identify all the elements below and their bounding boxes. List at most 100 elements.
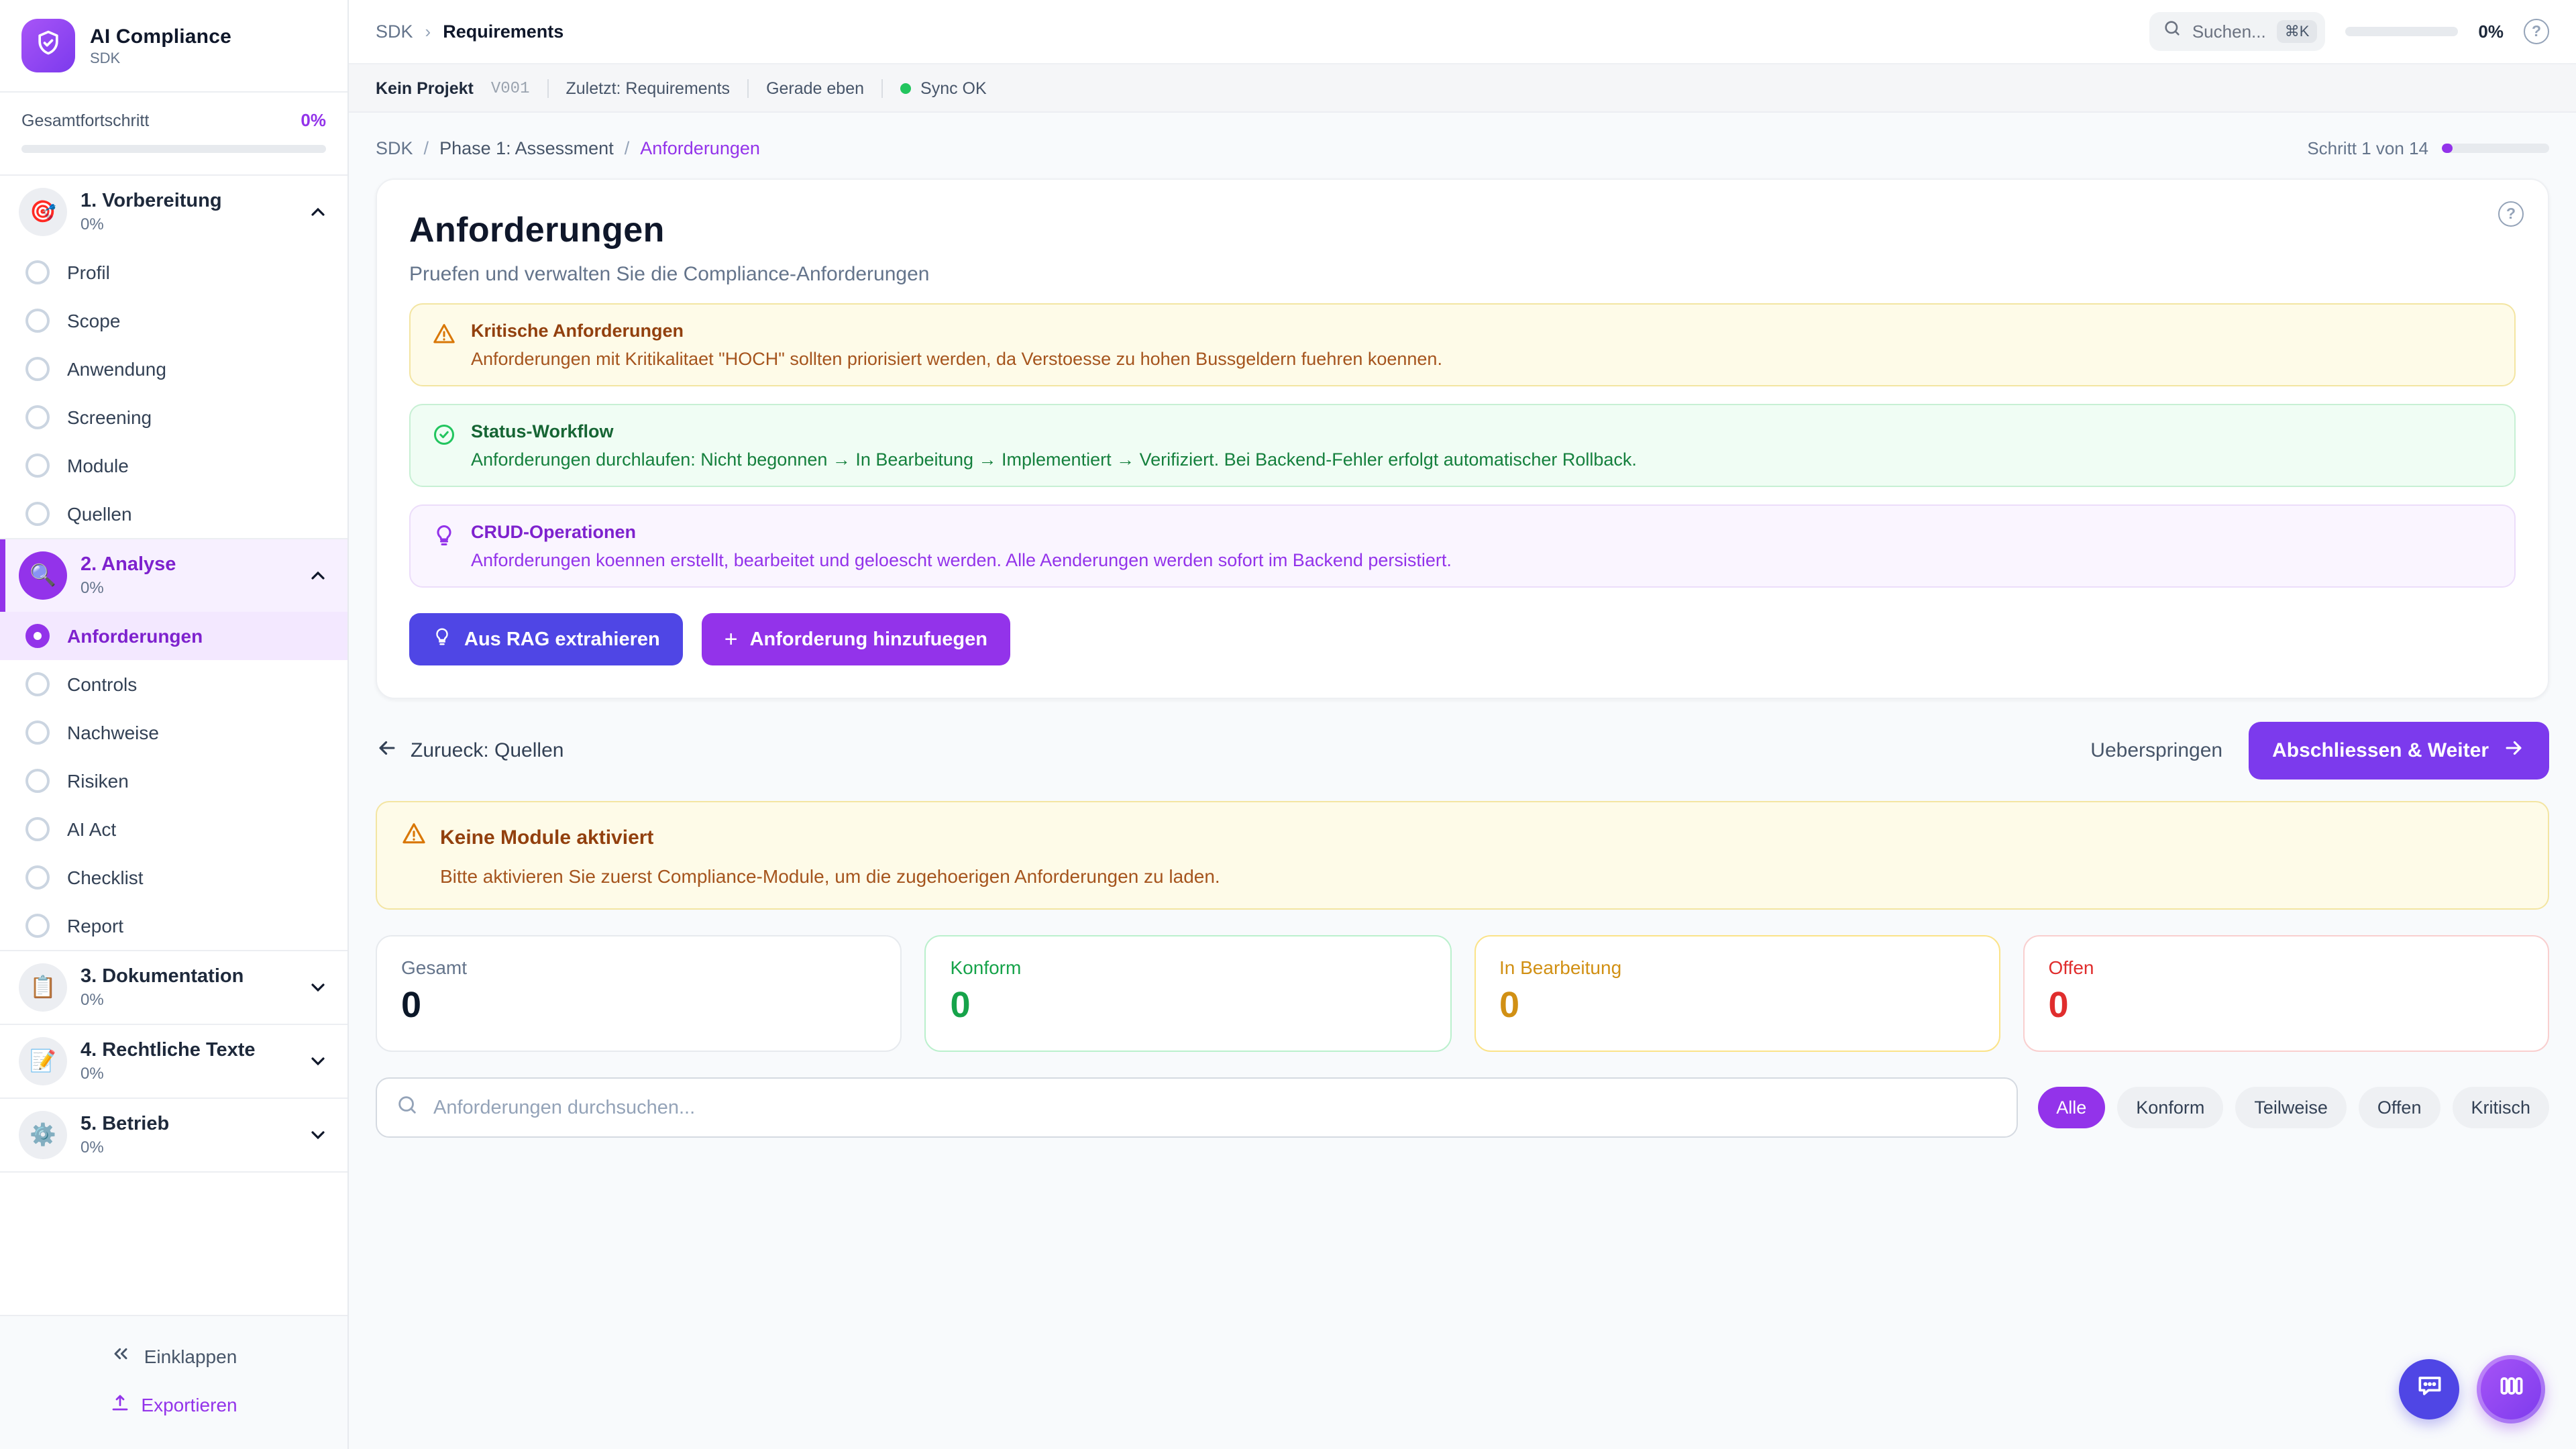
sidebar-item-label: Scope: [67, 310, 120, 331]
sidebar-item-anwendung[interactable]: Anwendung: [0, 345, 347, 393]
filter-chip-teilweise[interactable]: Teilweise: [2235, 1087, 2347, 1128]
sidebar-item-ai-act[interactable]: AI Act: [0, 805, 347, 853]
magnifier-icon: 🔍: [19, 551, 67, 600]
requirements-search-input[interactable]: [433, 1097, 1997, 1118]
sidebar-item-label: Quellen: [67, 503, 132, 525]
chat-bubble-icon: [2414, 1371, 2444, 1407]
main-area: SDK › Requirements Suchen... ⌘K 0% ? Kei…: [349, 0, 2576, 1449]
overall-progress-value: 0%: [301, 110, 326, 130]
back-button-label: Zurueck: Quellen: [411, 739, 564, 762]
section-header-dokumentation[interactable]: 📋 3. Dokumentation 0%: [0, 951, 347, 1024]
sidebar-item-screening[interactable]: Screening: [0, 393, 347, 441]
sidebar-item-controls[interactable]: Controls: [0, 660, 347, 708]
card-help-icon[interactable]: ?: [2498, 201, 2524, 227]
sidebar-item-module[interactable]: Module: [0, 441, 347, 490]
keyboard-shortcut-badge: ⌘K: [2277, 20, 2318, 43]
stat-label: Konform: [951, 957, 1426, 978]
sidebar-item-anforderungen[interactable]: Anforderungen: [0, 612, 347, 660]
extract-from-rag-button[interactable]: Aus RAG extrahieren: [409, 613, 683, 665]
radio-icon: [25, 817, 50, 841]
version-tag: V001: [491, 78, 530, 97]
section-percent: 0%: [80, 1064, 256, 1083]
divider: [881, 78, 883, 97]
section-percent: 0%: [80, 990, 244, 1009]
skip-button[interactable]: Ueberspringen: [2090, 739, 2222, 762]
lightbulb-icon: [432, 523, 456, 547]
app-root: AI Compliance SDK Gesamtfortschritt 0% 🎯…: [0, 0, 2576, 1449]
section-header-analyse[interactable]: 🔍 2. Analyse 0%: [0, 539, 347, 612]
finish-and-next-button[interactable]: Abschliessen & Weiter: [2248, 722, 2549, 780]
sidebar-item-quellen[interactable]: Quellen: [0, 490, 347, 538]
section-header-betrieb[interactable]: ⚙️ 5. Betrieb 0%: [0, 1099, 347, 1171]
section-title: 3. Dokumentation: [80, 966, 244, 987]
global-search-button[interactable]: Suchen... ⌘K: [2149, 12, 2326, 51]
sidebar-item-profil[interactable]: Profil: [0, 248, 347, 297]
alert-crud-operations: CRUD-Operationen Anforderungen koennen e…: [409, 504, 2516, 588]
breadcrumb-root[interactable]: SDK: [376, 21, 413, 42]
panels-fab-button[interactable]: [2477, 1355, 2545, 1424]
radio-icon: [25, 720, 50, 745]
section-header-rechtliche-texte[interactable]: 📝 4. Rechtliche Texte 0%: [0, 1025, 347, 1097]
filter-chip-offen[interactable]: Offen: [2359, 1087, 2440, 1128]
check-circle-icon: [432, 423, 456, 447]
warning-triangle-icon: [401, 821, 427, 853]
chat-fab-button[interactable]: [2399, 1359, 2459, 1419]
sidebar-item-nachweise[interactable]: Nachweise: [0, 708, 347, 757]
alert-status-workflow: Status-Workflow Anforderungen durchlaufe…: [409, 404, 2516, 487]
wizard-crumb-phase[interactable]: Phase 1: Assessment: [439, 138, 614, 158]
gear-icon: ⚙️: [19, 1111, 67, 1159]
export-label: Exportieren: [141, 1394, 237, 1415]
section-header-vorbereitung[interactable]: 🎯 1. Vorbereitung 0%: [0, 176, 347, 248]
target-icon: 🎯: [19, 188, 67, 236]
breadcrumb: SDK › Requirements: [376, 21, 564, 42]
sidebar-item-report[interactable]: Report: [0, 902, 347, 950]
stat-card-in-bearbeitung: In Bearbeitung 0: [1474, 935, 2000, 1052]
app-logo: [21, 19, 75, 72]
wizard-crumb-root[interactable]: SDK: [376, 138, 413, 158]
add-requirement-button[interactable]: + Anforderung hinzufuegen: [702, 613, 1010, 665]
export-button[interactable]: Exportieren: [110, 1393, 237, 1417]
overall-progress-label: Gesamtfortschritt: [21, 111, 149, 129]
sidebar-item-label: Risiken: [67, 770, 129, 792]
overall-progress: Gesamtfortschritt 0%: [0, 93, 347, 176]
double-chevron-left-icon: [111, 1343, 132, 1368]
clipboard-icon: 📋: [19, 963, 67, 1012]
radio-icon: [25, 502, 50, 526]
filter-chip-konform[interactable]: Konform: [2117, 1087, 2223, 1128]
chevron-up-icon: [307, 565, 329, 586]
sidebar-item-checklist[interactable]: Checklist: [0, 853, 347, 902]
sidebar-item-scope[interactable]: Scope: [0, 297, 347, 345]
sidebar-item-risiken[interactable]: Risiken: [0, 757, 347, 805]
chevron-up-icon: [307, 201, 329, 223]
plus-icon: +: [724, 628, 738, 651]
wizard-nav-row: Zurueck: Quellen Ueberspringen Abschlies…: [376, 722, 2549, 780]
radio-icon: [25, 672, 50, 696]
filter-chip-kritisch[interactable]: Kritisch: [2452, 1087, 2549, 1128]
stats-row: Gesamt 0 Konform 0 In Bearbeitung 0 Offe…: [376, 935, 2549, 1052]
breadcrumb-current: Requirements: [443, 21, 564, 42]
nav-section-analyse: 🔍 2. Analyse 0% Anforderungen Controls N…: [0, 539, 347, 951]
radio-icon: [25, 865, 50, 890]
collapse-sidebar-button[interactable]: Einklappen: [111, 1343, 237, 1368]
back-button[interactable]: Zurueck: Quellen: [376, 737, 564, 765]
wizard-breadcrumb-row: SDK / Phase 1: Assessment / Anforderunge…: [376, 127, 2549, 168]
sidebar-item-label: Checklist: [67, 867, 144, 888]
alert-body: Anforderungen mit Kritikalitaet "HOCH" s…: [471, 349, 1442, 369]
step-progress-fill: [2442, 143, 2453, 152]
warning-triangle-icon: [432, 322, 456, 346]
chevron-down-icon: [307, 1124, 329, 1146]
radio-icon: [25, 453, 50, 478]
help-icon[interactable]: ?: [2524, 19, 2549, 44]
last-visited: Zuletzt: Requirements: [566, 78, 731, 97]
sidebar-footer: Einklappen Exportieren: [0, 1315, 347, 1449]
floating-buttons: [2399, 1355, 2545, 1424]
extract-button-label: Aus RAG extrahieren: [464, 629, 660, 650]
search-icon: [396, 1093, 419, 1122]
topbar-progress-value: 0%: [2478, 21, 2504, 42]
search-placeholder-text: Suchen...: [2192, 21, 2266, 42]
stat-card-offen: Offen 0: [2023, 935, 2550, 1052]
bulb-icon: [432, 627, 452, 652]
status-bar: Kein Projekt V001 Zuletzt: Requirements …: [349, 64, 2576, 113]
sidebar-item-label: Report: [67, 915, 123, 936]
filter-chip-alle[interactable]: Alle: [2037, 1087, 2105, 1128]
